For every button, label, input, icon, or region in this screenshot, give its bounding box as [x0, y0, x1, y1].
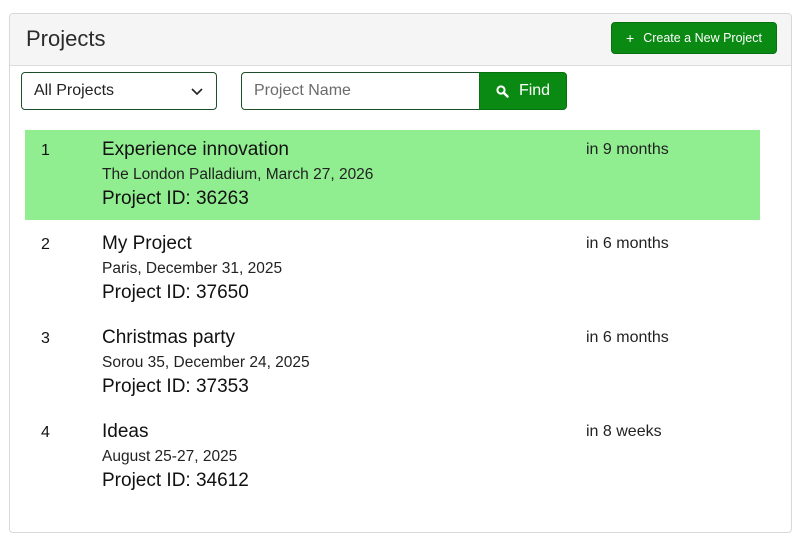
project-name: Ideas [102, 421, 149, 442]
page-title: Projects [26, 26, 106, 51]
project-row[interactable]: 2 My Project Paris, December 31, 2025 Pr… [25, 224, 760, 318]
project-index: 3 [41, 330, 50, 347]
project-filter-value: All Projects [34, 82, 115, 99]
find-label: Find [518, 82, 551, 99]
project-name: My Project [102, 233, 192, 254]
project-index: 2 [41, 236, 50, 253]
project-id: Project ID: 37650 [102, 282, 249, 303]
project-place: August 25-27, 2025 [102, 448, 238, 465]
project-filter-select[interactable]: All Projects [21, 72, 217, 110]
project-when: in 9 months [586, 141, 669, 158]
search-icon [496, 84, 509, 98]
project-when: in 8 weeks [586, 423, 662, 440]
project-name: Experience innovation [102, 139, 289, 160]
project-index: 4 [41, 424, 50, 441]
project-name: Christmas party [102, 327, 236, 348]
project-row[interactable]: 3 Christmas party Sorou 35, December 24,… [25, 318, 760, 412]
project-id: Project ID: 34612 [102, 470, 249, 491]
project-id: Project ID: 36263 [102, 188, 249, 209]
project-place: Sorou 35, December 24, 2025 [102, 354, 310, 371]
plus-icon: + [626, 30, 635, 46]
project-id: Project ID: 37353 [102, 376, 249, 397]
find-button[interactable]: Find [479, 72, 567, 110]
project-when: in 6 months [586, 329, 669, 346]
panel-header: Projects + Create a New Project [10, 14, 791, 66]
project-place: The London Palladium, March 27, 2026 [102, 166, 374, 183]
project-row[interactable]: 1 Experience innovation The London Palla… [25, 130, 760, 220]
filter-bar: All Projects Find [21, 72, 781, 110]
project-name-input[interactable] [241, 72, 479, 110]
project-row[interactable]: 4 Ideas August 25-27, 2025 Project ID: 3… [25, 412, 760, 506]
create-project-button[interactable]: + Create a New Project [611, 22, 777, 54]
create-project-label: Create a New Project [643, 31, 762, 45]
project-index: 1 [41, 142, 50, 159]
project-when: in 6 months [586, 235, 669, 252]
project-place: Paris, December 31, 2025 [102, 260, 283, 277]
chevron-down-icon [191, 88, 203, 96]
project-list: 1 Experience innovation The London Palla… [25, 130, 760, 506]
